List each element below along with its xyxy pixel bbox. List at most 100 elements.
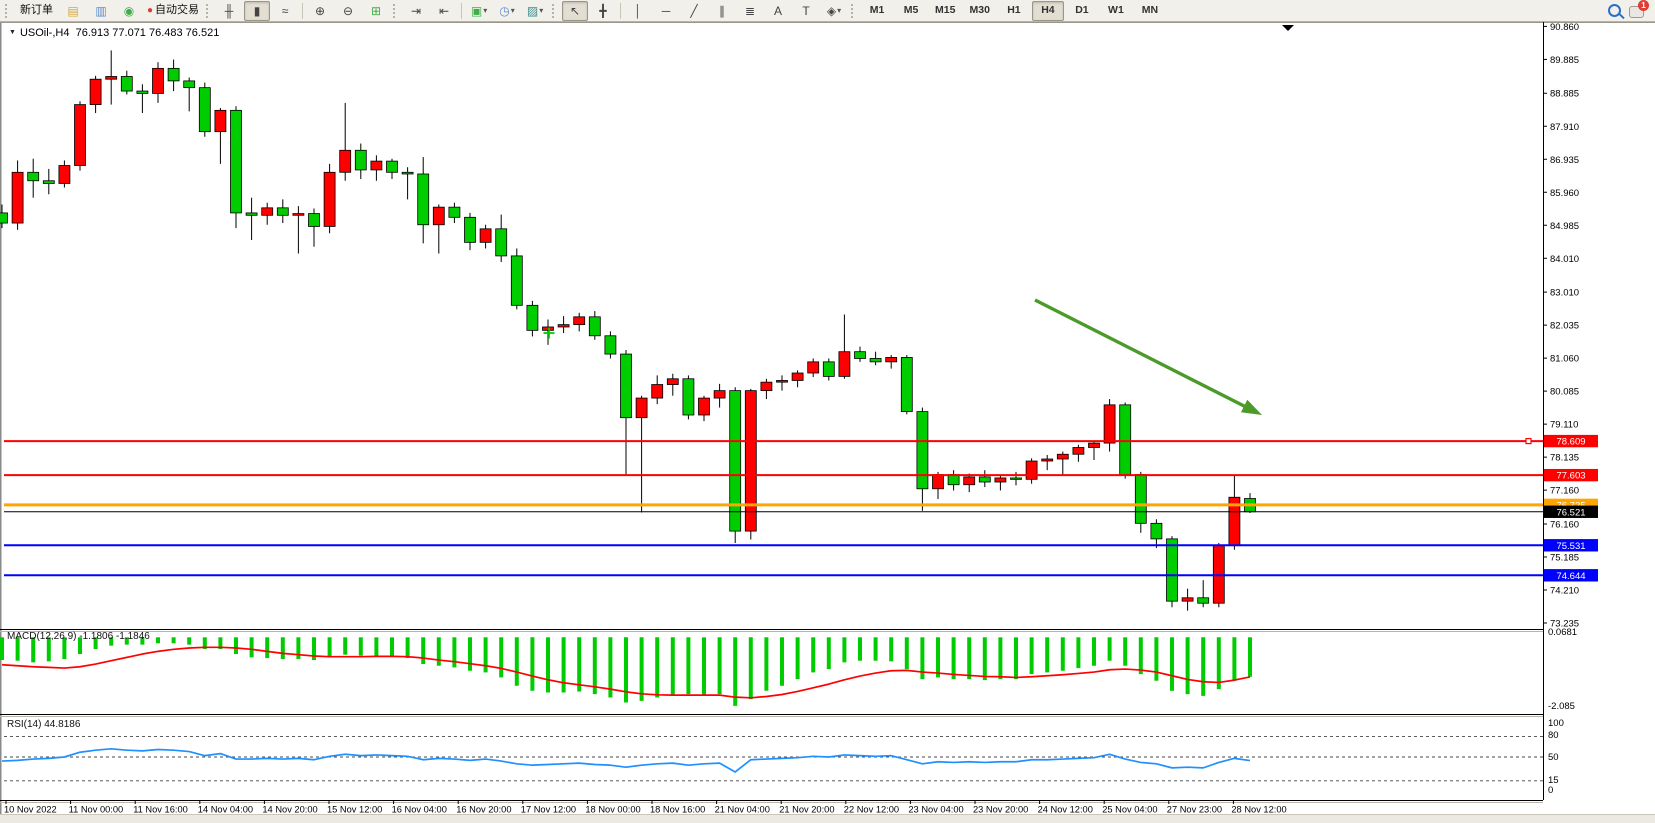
tab-w1[interactable]: W1 [1100,1,1132,21]
tab-h1[interactable]: H1 [998,1,1030,21]
status-bar [0,814,1655,823]
toolbar-group-handle [851,4,857,18]
candle-body [355,150,366,170]
candle-body [870,358,881,361]
tile-windows-icon[interactable]: ⊞ [363,1,389,21]
time-label: 28 Nov 12:00 [1231,805,1286,815]
candle-body [917,412,928,489]
price-level-74.644-badge-label: 74.644 [1556,571,1585,582]
toolbar-group-handle [206,4,212,18]
candle-body [995,478,1006,482]
time-label: 18 Nov 00:00 [585,805,640,815]
candle-body [1073,447,1084,454]
tab-m15[interactable]: M15 [929,1,961,21]
time-label: 27 Nov 23:00 [1167,805,1222,815]
text-label-icon[interactable]: T [793,1,819,21]
price-tick-label: 79.110 [1550,420,1578,431]
tab-d1[interactable]: D1 [1066,1,1098,21]
line-chart-icon[interactable]: ≈ [272,1,298,21]
candle-body [527,305,538,330]
candle-body [730,391,741,531]
trendline-icon[interactable]: ╱ [681,1,707,21]
candle-body [246,213,257,215]
candle-body [28,172,39,180]
price-tick-label: 85.960 [1550,188,1579,199]
crosshair-icon[interactable]: ╋ [590,1,616,21]
price-tick-label: 84.985 [1550,221,1579,232]
chart-background [0,22,1655,815]
separator [302,3,303,19]
candle-body [792,373,803,380]
price-tick-label: 83.010 [1550,288,1579,299]
tab-h4[interactable]: H4 [1032,1,1064,21]
candle-body [496,229,507,256]
horizontal-line-icon[interactable]: ─ [653,1,679,21]
new-chart-button[interactable]: ▣▾ [466,1,492,21]
candle-body [121,76,132,91]
dropdown-arrow-icon: ▾ [539,7,543,15]
data-window-icon[interactable]: ▥ [88,1,114,21]
candle-body [1011,478,1022,479]
chart-canvas[interactable]: 90.86089.88588.88587.91086.93585.96084.9… [0,22,1655,815]
candle-body [1104,405,1115,443]
chart-menu-icon[interactable]: ▼ [9,29,16,36]
new-order-button[interactable]: 新订单 [15,1,58,21]
zoom-out-icon[interactable]: ⊖ [335,1,361,21]
price-tick-label: 75.185 [1550,552,1579,563]
time-label: 18 Nov 16:00 [650,805,705,815]
chart-window: 90.86089.88588.88587.91086.93585.96084.9… [0,22,1655,815]
candle-body [1167,539,1178,601]
time-label: 14 Nov 04:00 [198,805,253,815]
equidistant-channel-icon[interactable]: ∥ [709,1,735,21]
candle-body [1120,405,1131,475]
text-tool-icon[interactable]: A [765,1,791,21]
candle-body [964,477,975,485]
tab-m30[interactable]: M30 [963,1,995,21]
auto-scroll-icon[interactable]: ⇥ [403,1,429,21]
separator [620,3,621,19]
candle-body [215,110,226,131]
fibonacci-icon[interactable]: ≣ [737,1,763,21]
autotrading-button[interactable]: ● 自动交易 [144,1,202,21]
cursor-icon[interactable]: ↖ [562,1,588,21]
candle-body [59,166,70,184]
tab-m1[interactable]: M1 [861,1,893,21]
price-tick-label: 74.210 [1550,585,1579,596]
price-tick-label: 82.035 [1550,321,1579,332]
dropdown-arrow-icon: ▾ [837,7,841,15]
candle-body [387,161,398,172]
candle-body [293,214,304,216]
candle-body [1198,598,1209,603]
time-label: 23 Nov 20:00 [973,805,1028,815]
candlestick-chart-icon[interactable]: ▮ [244,1,270,21]
candle-body [1151,523,1162,539]
chart-title: ▼USOil-,H4 76.913 77.071 76.483 76.521 [9,27,219,39]
candle-body [589,317,600,336]
candle-body [231,110,242,213]
time-label: 21 Nov 04:00 [715,805,770,815]
price-tick-label: 87.910 [1550,122,1579,133]
search-icon[interactable] [1608,4,1621,17]
candle-body [402,172,413,174]
periods-button[interactable]: ◷▾ [494,1,520,21]
tab-mn[interactable]: MN [1134,1,1166,21]
candle-body [340,150,351,172]
time-label: 10 Nov 2022 [4,805,57,815]
candle-body [667,379,678,385]
candle-body [808,362,819,373]
bar-chart-icon[interactable]: ╫ [216,1,242,21]
shapes-button[interactable]: ◈▾ [821,1,847,21]
template-button[interactable]: ▨▾ [522,1,548,21]
chart-shift-icon[interactable]: ⇤ [431,1,457,21]
time-label: 22 Nov 12:00 [844,805,899,815]
signals-icon[interactable]: ◉ [116,1,142,21]
tab-m5[interactable]: M5 [895,1,927,21]
zoom-in-icon[interactable]: ⊕ [307,1,333,21]
notifications-button[interactable]: 1 [1629,4,1647,18]
candle-body [745,391,756,531]
price-tick-label: 84.010 [1550,254,1579,265]
candle-body [901,357,912,411]
vertical-line-icon[interactable]: │ [625,1,651,21]
candle-body [683,379,694,415]
market-watch-icon[interactable]: ▤ [60,1,86,21]
